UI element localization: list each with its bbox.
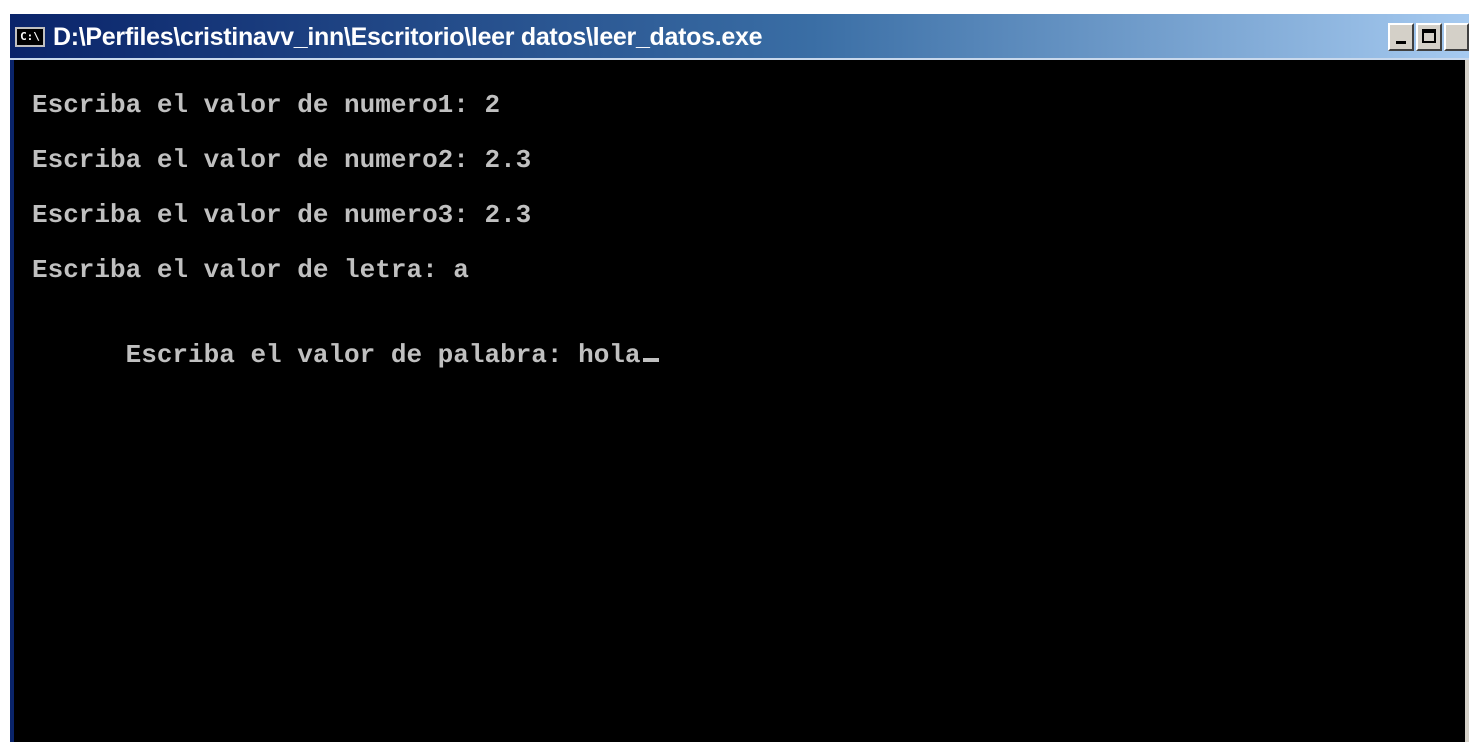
console-line-numero2: Escriba el valor de numero2: 2.3	[32, 145, 532, 175]
window-border	[1465, 60, 1469, 742]
console-line-palabra: Escriba el valor de palabra: hola	[32, 310, 1465, 370]
title-bar[interactable]: C:\ D:\Perfiles\cristinavv_inn\Escritori…	[10, 14, 1469, 60]
close-button[interactable]	[1444, 23, 1469, 51]
minimize-button[interactable]	[1388, 23, 1414, 51]
console-app-icon[interactable]: C:\	[15, 27, 45, 47]
minimize-icon	[1396, 41, 1406, 44]
console-line-palabra-text: Escriba el valor de palabra: hola	[125, 340, 641, 370]
console-line-letra: Escriba el valor de letra: a	[32, 255, 469, 285]
window-title: D:\Perfiles\cristinavv_inn\Escritorio\le…	[53, 23, 763, 51]
console-window: C:\ D:\Perfiles\cristinavv_inn\Escritori…	[10, 14, 1469, 742]
console-line-numero3: Escriba el valor de numero3: 2.3	[32, 200, 532, 230]
console-output-area[interactable]: Escriba el valor de numero1: 2 Escriba e…	[14, 60, 1465, 742]
maximize-icon	[1422, 29, 1436, 43]
maximize-button[interactable]	[1416, 23, 1442, 51]
text-cursor	[642, 358, 659, 362]
console-line-numero1: Escriba el valor de numero1: 2	[32, 90, 501, 120]
